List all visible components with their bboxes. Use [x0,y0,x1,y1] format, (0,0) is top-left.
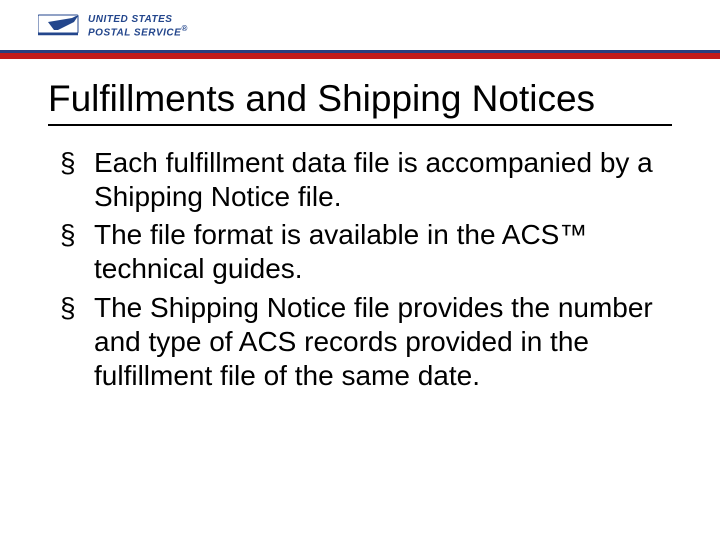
usps-logo: UNITED STATES POSTAL SERVICE® [38,10,188,43]
logo-line2: POSTAL SERVICE® [88,25,188,38]
slide: UNITED STATES POSTAL SERVICE® Fulfillmen… [0,0,720,540]
list-item: Each fulfillment data file is accompanie… [60,146,672,214]
usps-logo-text: UNITED STATES POSTAL SERVICE® [88,15,188,38]
eagle-icon [38,10,80,43]
slide-header: UNITED STATES POSTAL SERVICE® [0,0,720,52]
bullet-list: Each fulfillment data file is accompanie… [60,146,672,393]
list-item: The Shipping Notice file provides the nu… [60,291,672,393]
logo-line1: UNITED STATES [88,15,188,25]
slide-content: Fulfillments and Shipping Notices Each f… [48,78,672,397]
list-item: The file format is available in the ACS™… [60,218,672,286]
divider-red [0,53,720,59]
slide-title: Fulfillments and Shipping Notices [48,78,672,126]
